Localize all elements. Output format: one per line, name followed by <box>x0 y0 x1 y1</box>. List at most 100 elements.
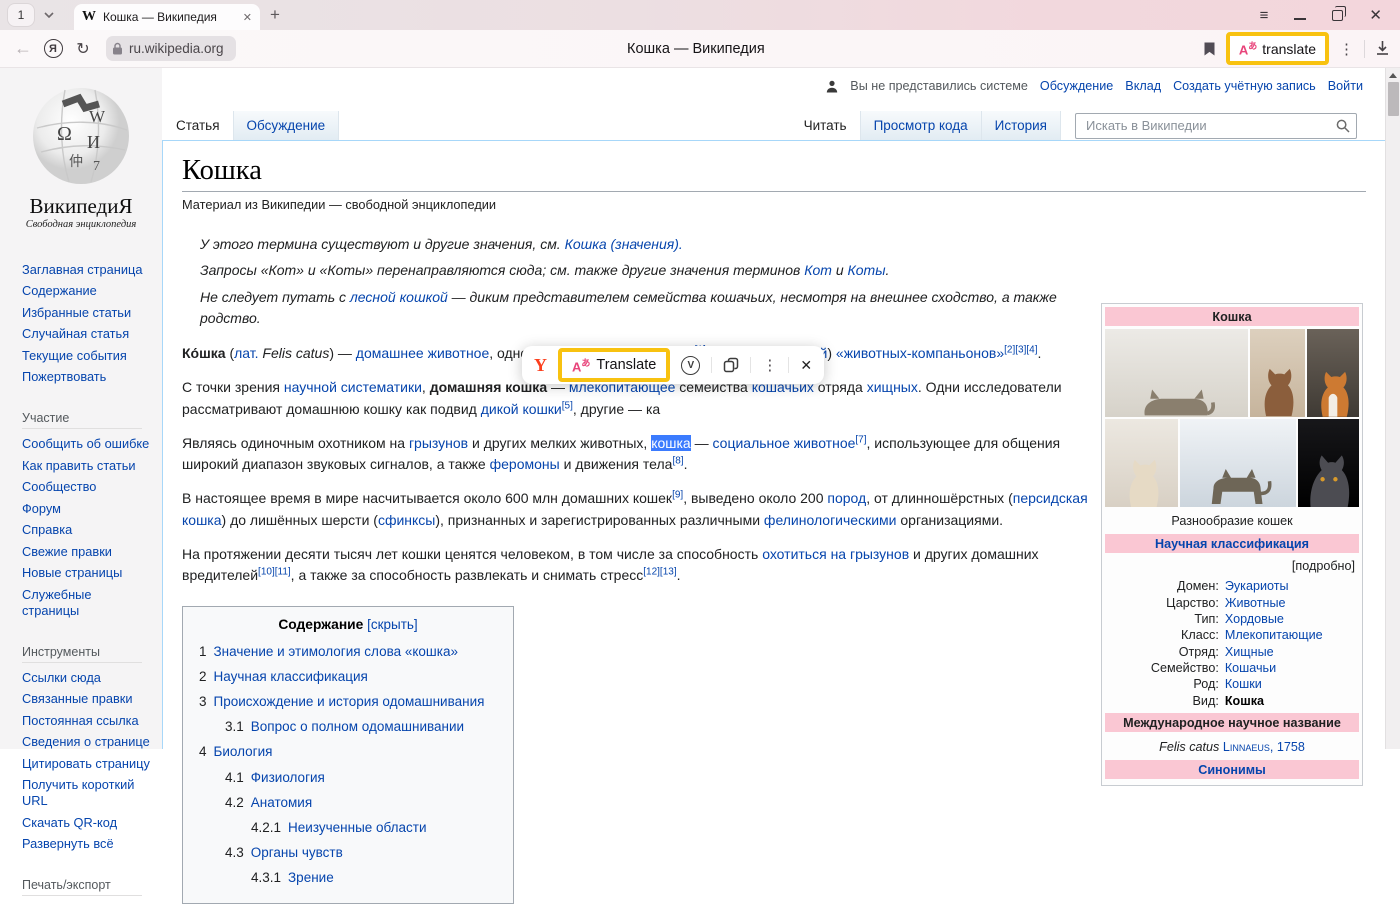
sidebar-item-featured[interactable]: Избранные статьи <box>22 305 150 321</box>
wiki-link[interactable]: лесной кошкой <box>350 289 448 305</box>
yandex-icon[interactable]: Я <box>38 39 68 58</box>
personal-link-talk[interactable]: Обсуждение <box>1040 79 1113 93</box>
reference-link[interactable]: [9] <box>672 490 683 501</box>
new-tab-button[interactable]: + <box>270 5 280 25</box>
sidebar-item-what-links-here[interactable]: Ссылки сюда <box>22 670 150 686</box>
reference-link[interactable]: [8] <box>672 455 683 466</box>
address-bar[interactable]: ru.wikipedia.org <box>106 36 236 61</box>
tab-history[interactable]: История <box>982 111 1061 140</box>
cat-photo-abyssinian[interactable] <box>1250 329 1305 417</box>
sidebar-item-related-changes[interactable]: Связанные правки <box>22 691 150 707</box>
svg-text:И: И <box>87 132 100 152</box>
sidebar-item-donate[interactable]: Пожертвовать <box>22 369 150 385</box>
infobox-title: Кошка <box>1105 307 1359 326</box>
window-close-icon[interactable]: ✕ <box>1369 8 1382 23</box>
personal-link-contributions[interactable]: Вклад <box>1125 79 1161 93</box>
reference-link[interactable]: [10][11] <box>258 567 291 578</box>
sidebar-item-short-url[interactable]: Получить короткий URL <box>22 777 150 809</box>
personal-link-create-account[interactable]: Создать учётную запись <box>1173 79 1316 93</box>
reload-icon[interactable]: ↻ <box>68 39 98 59</box>
restore-icon[interactable] <box>1332 10 1343 21</box>
wikipedia-logo[interactable]: Ω W И 仲 7 ВикипедиЯ Свободная энциклопед… <box>0 82 162 230</box>
sidebar-item-forum[interactable]: Форум <box>22 501 150 517</box>
back-icon[interactable]: ← <box>8 38 38 59</box>
sidebar-item-recent-changes[interactable]: Свежие правки <box>22 544 150 560</box>
toc-hide-toggle[interactable]: [скрыть] <box>367 617 418 632</box>
browser-tab[interactable]: W Кошка — Википедия ✕ <box>74 4 260 30</box>
wiki-search-input[interactable] <box>1084 117 1336 134</box>
author-link[interactable]: Linnaeus <box>1223 740 1270 754</box>
wiki-link[interactable]: дикой кошки <box>481 401 562 417</box>
cat-photo-cream[interactable] <box>1105 419 1178 507</box>
reference-link[interactable]: [5] <box>562 400 573 411</box>
sidebar-item-random[interactable]: Случайная статья <box>22 326 150 342</box>
popup-close-icon[interactable]: ✕ <box>800 357 812 374</box>
popup-translate-button[interactable]: Aあ Translate <box>558 348 670 382</box>
reference-link[interactable]: [7] <box>855 434 866 445</box>
toolbar-translate-button[interactable]: Aあ translate <box>1226 32 1329 65</box>
sidebar-item-current-events[interactable]: Текущие события <box>22 348 150 364</box>
wiki-link[interactable]: научной систематики <box>284 379 422 395</box>
menu-icon[interactable]: ≡ <box>1260 8 1269 23</box>
wiki-link[interactable]: домашнее животное <box>356 345 489 361</box>
wiki-link[interactable]: хищных <box>867 379 918 395</box>
yandex-search-icon[interactable]: Y <box>534 355 547 376</box>
wiki-link[interactable]: пород <box>827 490 866 506</box>
sidebar-item-page-info[interactable]: Сведения о странице <box>22 734 150 750</box>
wiki-link[interactable]: сфинксы <box>378 512 435 528</box>
sidebar-item-how-to-edit[interactable]: Как править статьи <box>22 458 150 474</box>
wiki-link[interactable]: Коты <box>848 262 886 278</box>
wiki-link[interactable]: Кот <box>804 262 832 278</box>
sidebar-item-main-page[interactable]: Заглавная страница <box>22 262 150 278</box>
wiki-link[interactable]: грызунов <box>409 435 468 451</box>
search-icon[interactable] <box>1336 119 1350 133</box>
sidebar-item-new-pages[interactable]: Новые страницы <box>22 565 150 581</box>
sidebar-item-cite-page[interactable]: Цитировать страницу <box>22 756 150 772</box>
toolbar-more-icon[interactable]: ⋮ <box>1339 40 1354 58</box>
cat-photo-grey[interactable] <box>1298 419 1359 507</box>
tab-group-counter[interactable]: 1 <box>8 4 34 26</box>
translate-icon: Aあ <box>1239 39 1257 57</box>
sidebar-item-report-error[interactable]: Сообщить об ошибке <box>22 436 150 452</box>
personal-link-login[interactable]: Войти <box>1328 79 1363 93</box>
scrollbar-up-arrow[interactable] <box>1389 73 1397 78</box>
tab-view-source[interactable]: Просмотр кода <box>861 111 982 140</box>
text-segment: . <box>684 456 688 472</box>
synonyms-header[interactable]: Синонимы <box>1105 760 1359 779</box>
cat-photo-ginger-white[interactable] <box>1307 329 1359 417</box>
sidebar-item-community[interactable]: Сообщество <box>22 479 150 495</box>
wiki-link[interactable]: лат. <box>234 345 258 361</box>
sidebar-item-help[interactable]: Справка <box>22 522 150 538</box>
tab-close-icon[interactable]: ✕ <box>243 11 252 24</box>
copy-icon[interactable] <box>723 356 739 374</box>
tab-article[interactable]: Статья <box>163 111 234 140</box>
wiki-link[interactable]: «животных-компаньонов» <box>836 345 1004 361</box>
wiki-link[interactable]: феромоны <box>490 456 560 472</box>
details-link[interactable]: [подробно] <box>1105 556 1359 578</box>
sidebar-item-qr-code[interactable]: Скачать QR-код <box>22 815 150 831</box>
download-icon[interactable] <box>1375 40 1390 58</box>
cat-photo-tabby-ledge[interactable] <box>1105 329 1248 417</box>
wiki-link[interactable]: фелинологическими <box>764 512 897 528</box>
wiki-link[interactable]: социальное животное <box>713 435 856 451</box>
reference-link[interactable]: [12][13] <box>643 567 676 578</box>
chevron-down-icon[interactable] <box>38 4 60 26</box>
cat-photo-tabby-snow[interactable] <box>1180 419 1296 507</box>
tab-discussion[interactable]: Обсуждение <box>234 111 340 140</box>
wiki-search-box[interactable] <box>1075 113 1357 139</box>
sidebar-item-expand-all[interactable]: Развернуть всё <box>22 836 150 852</box>
sidebar-item-special-pages[interactable]: Служебные страницы <box>22 587 150 619</box>
minimize-icon[interactable] <box>1294 18 1306 20</box>
bookmark-icon[interactable] <box>1203 41 1216 57</box>
scrollbar-thumb[interactable] <box>1388 82 1399 116</box>
popup-more-icon[interactable]: ⋮ <box>762 356 777 374</box>
reference-link[interactable]: [2][3][4] <box>1004 344 1037 355</box>
voice-assistant-icon[interactable]: V <box>681 356 700 375</box>
tab-read[interactable]: Читать <box>791 111 861 140</box>
page-scrollbar[interactable] <box>1385 68 1400 749</box>
wiki-link[interactable]: Кошка (значения). <box>565 236 683 252</box>
classification-header[interactable]: Научная классификация <box>1105 534 1359 553</box>
wiki-link[interactable]: охотиться на грызунов <box>762 546 909 562</box>
sidebar-item-contents[interactable]: Содержание <box>22 283 150 299</box>
sidebar-item-permanent-link[interactable]: Постоянная ссылка <box>22 713 150 729</box>
